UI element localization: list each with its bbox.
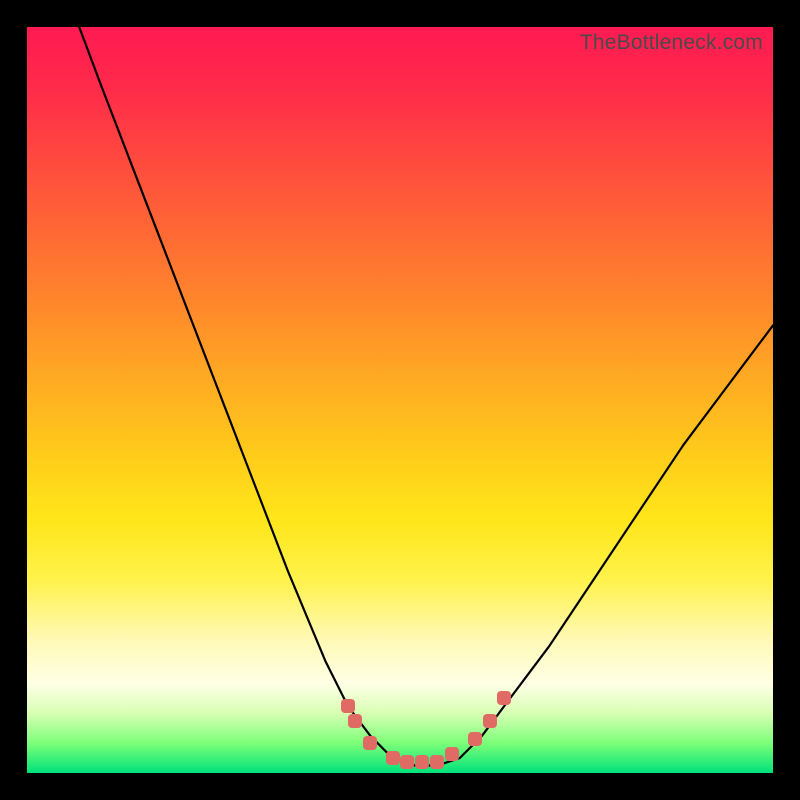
curve-marker [400, 755, 414, 769]
marker-layer [27, 27, 773, 773]
curve-marker [430, 755, 444, 769]
curve-marker [415, 755, 429, 769]
curve-marker [341, 699, 355, 713]
plot-area: TheBottleneck.com [27, 27, 773, 773]
chart-frame: TheBottleneck.com [0, 0, 800, 800]
curve-marker [468, 732, 482, 746]
curve-marker [497, 691, 511, 705]
curve-marker [348, 714, 362, 728]
curve-marker [483, 714, 497, 728]
curve-marker [363, 736, 377, 750]
curve-marker [386, 751, 400, 765]
curve-marker [445, 747, 459, 761]
